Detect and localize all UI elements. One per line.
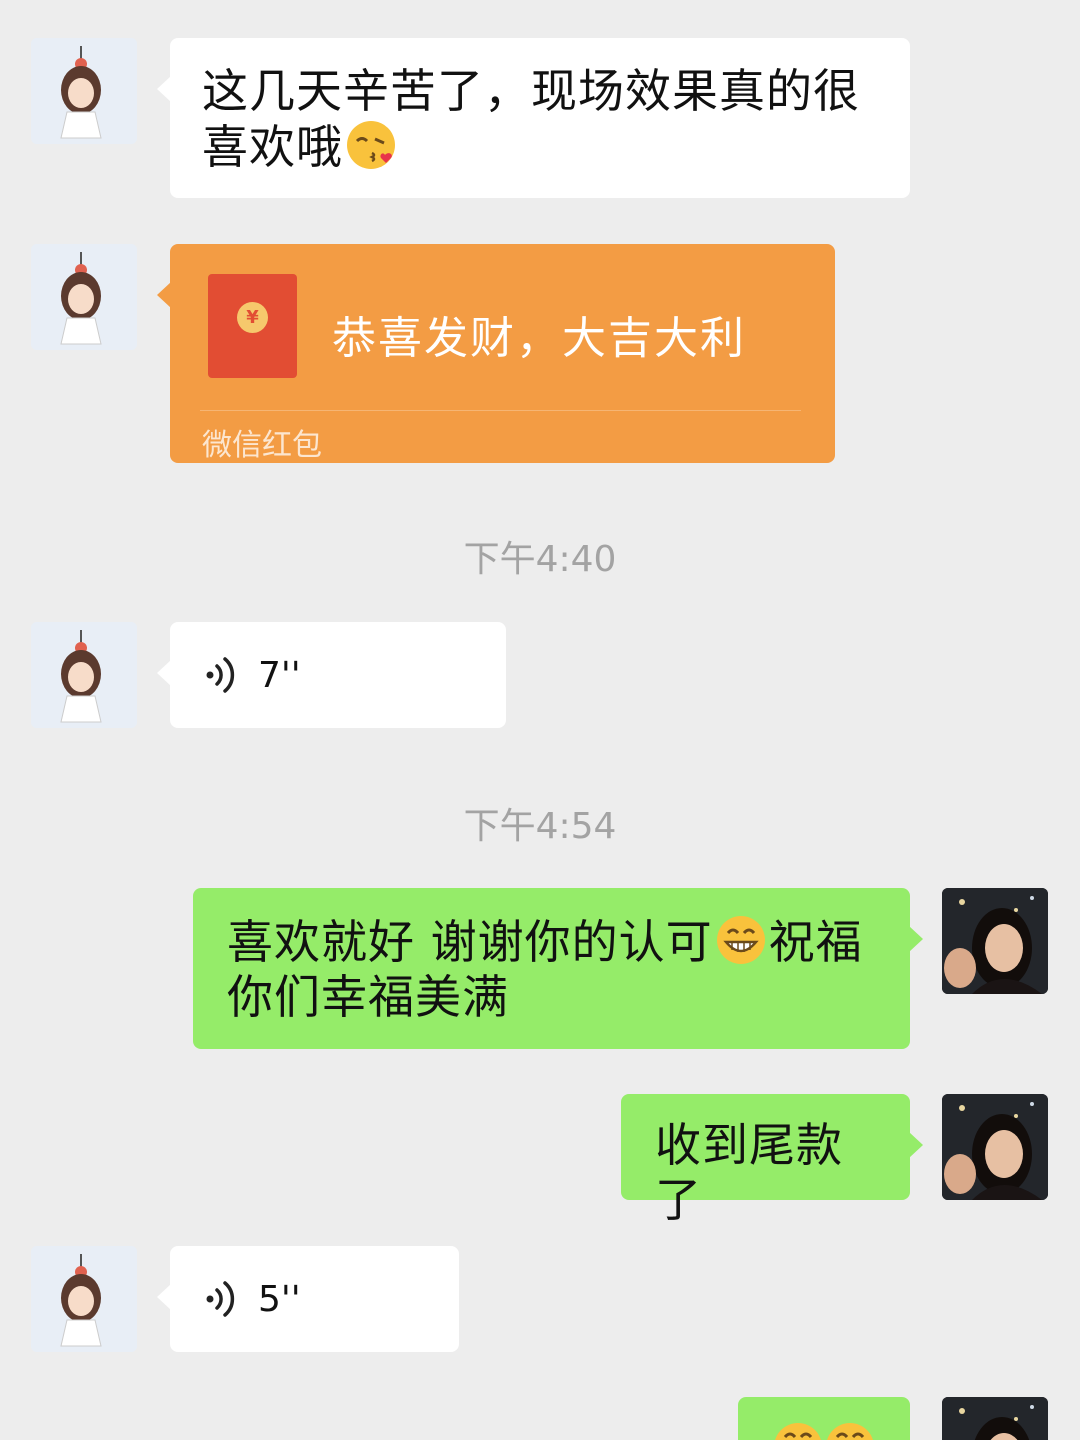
red-packet-icon: ¥ — [208, 274, 297, 378]
my-avatar[interactable] — [942, 1094, 1048, 1200]
message-text: 喜欢就好 谢谢你的认可 祝福你们幸福美满 — [227, 915, 863, 1024]
girl-avatar-icon — [31, 1246, 137, 1352]
message-bubble-outgoing[interactable]: 收到尾款了 — [621, 1094, 923, 1227]
voice-wave-icon — [206, 657, 235, 693]
message-bubble-outgoing[interactable] — [738, 1397, 910, 1440]
voice-message[interactable]: 5'' — [157, 1246, 459, 1352]
contact-avatar[interactable] — [31, 38, 137, 144]
my-avatar[interactable] — [942, 1397, 1048, 1440]
red-packet-label: 微信红包 — [202, 428, 322, 463]
timestamp: 下午4:54 — [463, 806, 617, 847]
voice-duration: 7'' — [258, 654, 301, 696]
timestamp: 下午4:40 — [463, 539, 617, 580]
kissing-face-with-heart-emoji-icon — [347, 121, 395, 169]
message-text: 这几天辛苦了，现场效果真的很喜欢哦 — [202, 64, 860, 174]
red-packet-title: 恭喜发财，大吉大利 — [332, 313, 746, 364]
voice-message[interactable]: 7'' — [157, 622, 506, 728]
contact-avatar[interactable] — [31, 1246, 137, 1352]
contact-avatar[interactable] — [31, 244, 137, 350]
message-text: 收到尾款了 — [655, 1118, 843, 1227]
girl-avatar-icon — [31, 622, 137, 728]
voice-wave-icon — [206, 1281, 235, 1317]
grinning-faces-emoji-icon — [775, 1423, 873, 1440]
message-bubble-outgoing[interactable]: 喜欢就好 谢谢你的认可 祝福你们幸福美满 — [193, 888, 923, 1049]
message-bubble-incoming[interactable]: 这几天辛苦了，现场效果真的很喜欢哦 — [157, 38, 910, 198]
red-packet-divider — [200, 410, 801, 411]
user-photo-avatar-icon — [942, 888, 1048, 994]
grinning-face-emoji-icon — [716, 916, 765, 964]
currency-coin-icon: ¥ — [237, 302, 268, 333]
girl-avatar-icon — [31, 244, 137, 350]
voice-duration: 5'' — [258, 1278, 301, 1320]
user-photo-avatar-icon — [942, 1094, 1048, 1200]
user-photo-avatar-icon — [942, 1397, 1048, 1440]
my-avatar[interactable] — [942, 888, 1048, 994]
girl-avatar-icon — [31, 38, 137, 144]
red-packet-message[interactable]: ¥ 恭喜发财，大吉大利 微信红包 — [157, 244, 835, 463]
contact-avatar[interactable] — [31, 622, 137, 728]
